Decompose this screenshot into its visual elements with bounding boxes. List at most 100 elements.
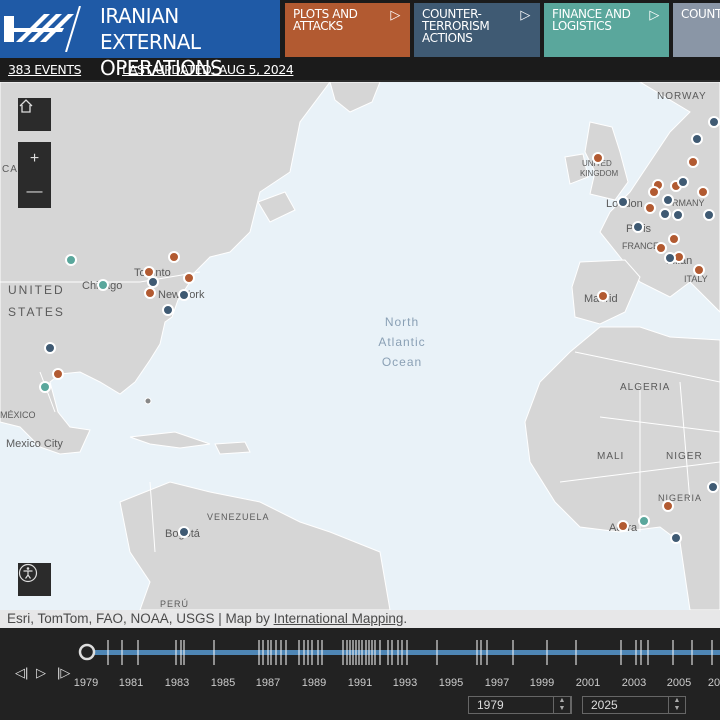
event-marker[interactable]: [632, 221, 644, 233]
chevron-down-icon: ▼: [558, 705, 566, 712]
event-marker[interactable]: [697, 186, 709, 198]
event-marker[interactable]: [617, 520, 629, 532]
south-america-landmass: [119, 481, 391, 611]
category-finance-button[interactable]: FINANCE AND LOGISTICS ▷: [544, 3, 669, 57]
category-plots-button[interactable]: PLOTS AND ATTACKS ▷: [285, 3, 410, 57]
event-count-link[interactable]: 383 EVENTS: [8, 62, 82, 77]
attribution-text: Esri, TomTom, FAO, NOAA, USGS | Map by: [7, 611, 274, 626]
category-plots-label: PLOTS AND ATTACKS: [293, 7, 358, 33]
ocean-label: Atlantic: [378, 335, 425, 349]
event-marker[interactable]: [668, 233, 680, 245]
play-button[interactable]: ▷: [36, 665, 46, 681]
event-marker[interactable]: [655, 242, 667, 254]
event-marker[interactable]: [693, 264, 705, 276]
event-marker[interactable]: [707, 481, 719, 493]
cuba-landmass: [129, 431, 211, 449]
step-forward-icon: |▷: [57, 665, 71, 680]
event-marker[interactable]: [703, 209, 715, 221]
year-tick-label: 2003: [621, 677, 647, 689]
timeline-handle[interactable]: [78, 643, 96, 661]
year-tick-label: 1987: [255, 677, 281, 689]
event-marker[interactable]: [65, 254, 77, 266]
year-tick-label: 1991: [347, 677, 373, 689]
event-marker[interactable]: [677, 176, 689, 188]
home-icon: [19, 99, 33, 113]
attribution-end: .: [403, 611, 408, 626]
end-year-stepper[interactable]: ▲ ▼: [668, 696, 686, 714]
logo-icon: [4, 6, 81, 52]
chevron-up-icon: ▲: [558, 697, 566, 704]
country-label: KINGDOM: [580, 169, 619, 178]
africa-landmass: [524, 326, 720, 611]
attribution-link[interactable]: International Mapping: [274, 611, 404, 626]
map-view[interactable]: North Atlantic Ocean NORWAY UNITED KINGD…: [0, 82, 720, 628]
event-marker[interactable]: [617, 196, 629, 208]
event-marker[interactable]: [659, 208, 671, 220]
ocean-label: North: [385, 315, 419, 329]
event-marker[interactable]: [597, 290, 609, 302]
basemap[interactable]: North Atlantic Ocean NORWAY UNITED KINGD…: [0, 82, 720, 628]
start-year-stepper[interactable]: ▲ ▼: [553, 696, 571, 714]
event-marker[interactable]: [638, 515, 650, 527]
plus-icon: +: [29, 149, 40, 167]
country-label: UNITED: [8, 283, 65, 297]
event-marker[interactable]: [168, 251, 180, 263]
event-marker[interactable]: [592, 152, 604, 164]
event-marker[interactable]: [44, 342, 56, 354]
zoom-out-button[interactable]: —: [18, 175, 51, 208]
event-marker[interactable]: [670, 532, 682, 544]
greenland-landmass: [329, 82, 381, 113]
country-label: ALGERIA: [620, 382, 670, 393]
event-marker[interactable]: [664, 252, 676, 264]
accessibility-button[interactable]: [18, 563, 51, 596]
chevron-down-icon: ▼: [673, 705, 681, 712]
event-marker[interactable]: [39, 381, 51, 393]
country-label: RMANY: [672, 198, 705, 208]
year-tick-label: 2005: [666, 677, 692, 689]
category-counterterrorism-button[interactable]: COUNTER-TERRORISM ACTIONS ▷: [414, 3, 540, 57]
event-marker[interactable]: [147, 276, 159, 288]
city-label: Mexico City: [6, 438, 63, 450]
zoom-in-button[interactable]: +: [18, 142, 51, 175]
event-marker[interactable]: [143, 266, 155, 278]
country-label: MÉXICO: [0, 410, 36, 420]
category-counterterrorism-label: COUNTER-TERRORISM ACTIONS: [422, 7, 490, 45]
event-marker[interactable]: [672, 209, 684, 221]
chevron-right-icon: ▷: [520, 8, 530, 23]
step-forward-button[interactable]: |▷: [57, 665, 70, 681]
event-marker[interactable]: [97, 279, 109, 291]
hispaniola-landmass: [214, 441, 251, 455]
home-button[interactable]: [18, 98, 51, 131]
country-label: ITALY: [684, 274, 708, 284]
accessibility-icon: [18, 563, 38, 583]
event-marker[interactable]: [648, 186, 660, 198]
event-marker[interactable]: [144, 287, 156, 299]
event-marker[interactable]: [644, 202, 656, 214]
country-label: STATES: [8, 305, 65, 319]
event-marker[interactable]: [178, 526, 190, 538]
event-marker[interactable]: [662, 194, 674, 206]
event-marker[interactable]: [144, 397, 152, 405]
event-marker[interactable]: [708, 116, 720, 128]
step-back-button[interactable]: ◁|: [15, 665, 28, 681]
year-tick-label: 1999: [529, 677, 555, 689]
country-label: MALI: [597, 451, 624, 462]
timeline-track[interactable]: [87, 650, 720, 655]
event-marker[interactable]: [162, 304, 174, 316]
country-label: VENEZUELA: [207, 512, 270, 522]
play-icon: ▷: [36, 665, 46, 680]
category-countries-label: COUNTR: [681, 7, 720, 21]
event-marker[interactable]: [687, 156, 699, 168]
timeline-slider[interactable]: [0, 628, 720, 673]
last-updated-link[interactable]: LAST UPDATED: AUG 5, 2024: [122, 62, 294, 77]
year-tick-label: 1995: [438, 677, 464, 689]
event-marker[interactable]: [662, 500, 674, 512]
event-marker[interactable]: [178, 289, 190, 301]
page-title-line1: IRANIAN EXTERNAL: [100, 4, 201, 54]
event-marker[interactable]: [691, 133, 703, 145]
step-back-icon: ◁|: [15, 665, 29, 680]
category-countries-button[interactable]: COUNTR: [673, 3, 720, 57]
event-marker[interactable]: [183, 272, 195, 284]
event-marker[interactable]: [52, 368, 64, 380]
map-attribution: Esri, TomTom, FAO, NOAA, USGS | Map by I…: [0, 610, 720, 628]
